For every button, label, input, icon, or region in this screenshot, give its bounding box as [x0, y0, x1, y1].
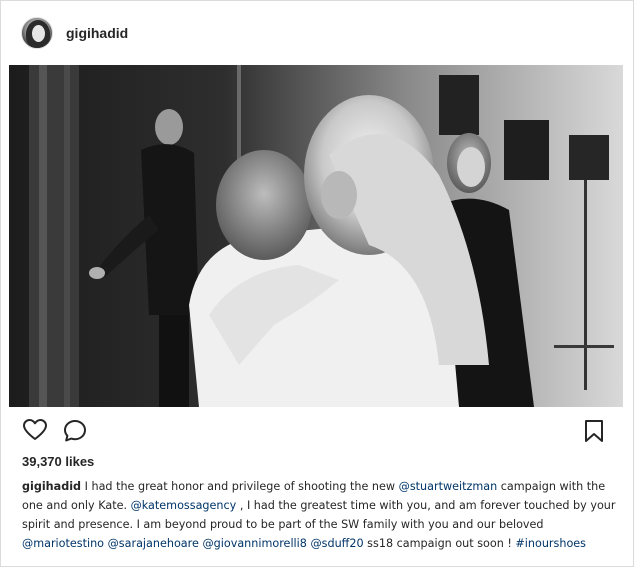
caption-author[interactable]: gigihadid	[22, 480, 81, 493]
instagram-post: gigihadid 39,370 likes gigihadid I had t…	[0, 0, 634, 567]
mention-link[interactable]: @mariotestino	[22, 537, 104, 550]
mention-link[interactable]: @stuartweitzman	[399, 480, 498, 493]
hashtag-link[interactable]: #inourshoes	[515, 537, 586, 550]
mention-link[interactable]: @giovannimorelli8	[202, 537, 306, 550]
mention-link[interactable]: @sduff20	[310, 537, 363, 550]
avatar-face	[32, 25, 45, 42]
caption-text-12: ss18 campaign out soon !	[363, 537, 516, 550]
post-caption: gigihadid I had the great honor and priv…	[22, 477, 622, 553]
comment-bubble-icon[interactable]	[63, 419, 87, 448]
mention-link[interactable]: @katemossagency	[131, 499, 237, 512]
avatar[interactable]	[21, 17, 53, 49]
caption-text-0: I had the great honor and privilege of s…	[81, 480, 399, 493]
mention-link[interactable]: @sarajanehoare	[108, 537, 199, 550]
post-header: gigihadid	[1, 1, 633, 65]
heart-icon[interactable]	[23, 419, 47, 446]
post-username[interactable]: gigihadid	[66, 25, 128, 41]
photo-illustration	[9, 65, 623, 407]
post-actions	[1, 415, 633, 449]
bookmark-icon[interactable]	[584, 419, 604, 448]
post-photo[interactable]	[9, 65, 623, 407]
likes-count[interactable]: 39,370 likes	[22, 454, 94, 469]
